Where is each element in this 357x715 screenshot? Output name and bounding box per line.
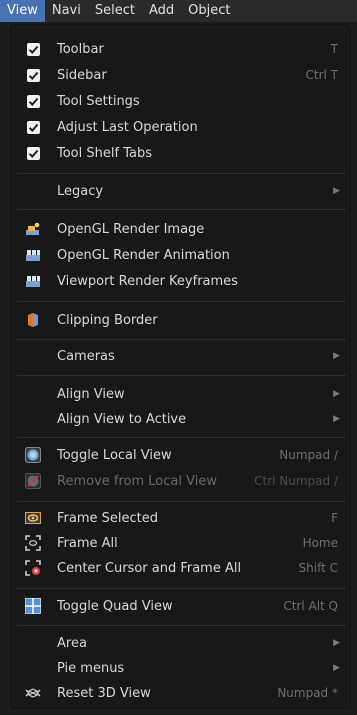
separator bbox=[17, 339, 346, 340]
menu-item-label: Toolbar bbox=[57, 41, 104, 57]
submenu-arrow-icon: ▶ bbox=[333, 638, 340, 648]
menu-item-pie-menus[interactable]: Pie menus ▶ bbox=[11, 655, 350, 681]
menu-navi[interactable]: Navi bbox=[45, 0, 88, 22]
menu-item-label: Toggle Quad View bbox=[57, 598, 173, 614]
quad-view-icon bbox=[25, 598, 41, 614]
menu-item-label: Reset 3D View bbox=[57, 685, 151, 701]
shortcut-text: Ctrl Numpad / bbox=[254, 474, 338, 488]
checkbox-checked-icon[interactable] bbox=[25, 93, 41, 109]
shortcut-text: Home bbox=[302, 536, 338, 550]
menu-item-label: Pie menus bbox=[57, 660, 125, 676]
menu-item-label: Frame Selected bbox=[57, 510, 158, 526]
menu-item-cameras[interactable]: Cameras ▶ bbox=[11, 343, 350, 369]
menu-view[interactable]: View bbox=[0, 0, 45, 22]
menu-item-tool-settings[interactable]: Tool Settings bbox=[11, 88, 350, 114]
menu-item-label: Center Cursor and Frame All bbox=[57, 560, 242, 576]
menu-item-label: Remove from Local View bbox=[57, 473, 217, 489]
menu-item-label: Align View bbox=[57, 386, 125, 402]
clip-border-icon bbox=[25, 312, 41, 328]
shortcut-text: Ctrl Alt Q bbox=[283, 599, 338, 613]
submenu-arrow-icon: ▶ bbox=[333, 351, 340, 361]
shortcut-text: Numpad * bbox=[277, 686, 338, 700]
menu-item-label: Clipping Border bbox=[57, 312, 158, 328]
render-animation-icon bbox=[25, 273, 41, 289]
menu-item-frame-selected[interactable]: Frame Selected F bbox=[11, 505, 350, 531]
menu-item-viewport-render-keyframes[interactable]: Viewport Render Keyframes bbox=[11, 268, 350, 294]
header-menubar: View Navi Select Add Object bbox=[0, 0, 357, 22]
shortcut-text: Shift C bbox=[298, 561, 338, 575]
menu-item-opengl-render-animation[interactable]: OpenGL Render Animation bbox=[11, 242, 350, 268]
separator bbox=[17, 625, 346, 626]
menu-item-adjust-last-operation[interactable]: Adjust Last Operation bbox=[11, 114, 350, 140]
menu-item-label: Legacy bbox=[57, 183, 104, 199]
remove-local-icon bbox=[25, 473, 41, 489]
zoom-selected-icon bbox=[25, 510, 41, 526]
separator bbox=[17, 375, 346, 376]
menu-item-align-view[interactable]: Align View ▶ bbox=[11, 381, 350, 407]
menu-item-area[interactable]: Area ▶ bbox=[11, 630, 350, 656]
menu-item-label: Cameras bbox=[57, 348, 115, 364]
menu-item-frame-all[interactable]: Frame All Home bbox=[11, 530, 350, 556]
menu-add[interactable]: Add bbox=[142, 0, 181, 22]
menu-item-clipping-border[interactable]: Clipping Border bbox=[11, 307, 350, 333]
menu-item-label: Align View to Active bbox=[57, 411, 187, 427]
submenu-arrow-icon: ▶ bbox=[333, 186, 340, 196]
checkbox-checked-icon[interactable] bbox=[25, 119, 41, 135]
shortcut-text: Ctrl T bbox=[305, 68, 339, 82]
submenu-arrow-icon: ▶ bbox=[333, 663, 340, 673]
center-cursor-icon bbox=[25, 560, 41, 576]
menu-item-label: Adjust Last Operation bbox=[57, 119, 198, 135]
menu-item-toolbar[interactable]: Toolbar T bbox=[11, 36, 350, 62]
menu-item-label: OpenGL Render Animation bbox=[57, 247, 230, 263]
separator bbox=[17, 173, 346, 174]
menu-item-toggle-quad-view[interactable]: Toggle Quad View Ctrl Alt Q bbox=[11, 593, 350, 619]
reset-view-icon bbox=[25, 685, 41, 701]
menu-item-label: Viewport Render Keyframes bbox=[57, 273, 238, 289]
separator bbox=[17, 301, 346, 302]
menu-item-reset-3d-view[interactable]: Reset 3D View Numpad * bbox=[11, 680, 350, 706]
checkbox-checked-icon[interactable] bbox=[25, 67, 41, 83]
submenu-arrow-icon: ▶ bbox=[333, 414, 340, 424]
menu-object[interactable]: Object bbox=[181, 0, 237, 22]
menu-select[interactable]: Select bbox=[88, 0, 142, 22]
view-all-icon bbox=[25, 535, 41, 551]
menu-item-label: Area bbox=[57, 635, 87, 651]
menu-item-opengl-render-image[interactable]: OpenGL Render Image bbox=[11, 216, 350, 242]
menu-item-label: OpenGL Render Image bbox=[57, 221, 205, 237]
menu-item-toggle-local-view[interactable]: Toggle Local View Numpad / bbox=[11, 442, 350, 468]
shortcut-text: T bbox=[330, 42, 338, 56]
separator bbox=[17, 437, 346, 438]
menu-item-label: Frame All bbox=[57, 535, 118, 551]
local-view-icon bbox=[25, 447, 41, 463]
menu-item-label: Sidebar bbox=[57, 67, 107, 83]
shortcut-text: Numpad / bbox=[279, 448, 338, 462]
view-dropdown-menu: Toolbar T Sidebar Ctrl T Tool Settings A… bbox=[10, 24, 351, 709]
render-animation-icon bbox=[25, 247, 41, 263]
menu-item-legacy[interactable]: Legacy ▶ bbox=[11, 178, 350, 204]
menu-item-sidebar[interactable]: Sidebar Ctrl T bbox=[11, 62, 350, 88]
menu-item-center-cursor-and-frame-all[interactable]: Center Cursor and Frame All Shift C bbox=[11, 555, 350, 581]
separator bbox=[17, 209, 346, 210]
menu-item-label: Tool Settings bbox=[57, 93, 140, 109]
menu-item-label: Tool Shelf Tabs bbox=[57, 145, 152, 161]
submenu-arrow-icon: ▶ bbox=[333, 389, 340, 399]
separator bbox=[17, 588, 346, 589]
render-still-icon bbox=[25, 221, 41, 237]
shortcut-text: F bbox=[331, 511, 338, 525]
menu-item-align-view-to-active[interactable]: Align View to Active ▶ bbox=[11, 406, 350, 432]
menu-item-remove-from-local-view: Remove from Local View Ctrl Numpad / bbox=[11, 468, 350, 494]
separator bbox=[17, 501, 346, 502]
menu-item-tool-shelf-tabs[interactable]: Tool Shelf Tabs bbox=[11, 140, 350, 166]
checkbox-checked-icon[interactable] bbox=[25, 41, 41, 57]
menu-item-label: Toggle Local View bbox=[57, 447, 172, 463]
checkbox-checked-icon[interactable] bbox=[25, 145, 41, 161]
